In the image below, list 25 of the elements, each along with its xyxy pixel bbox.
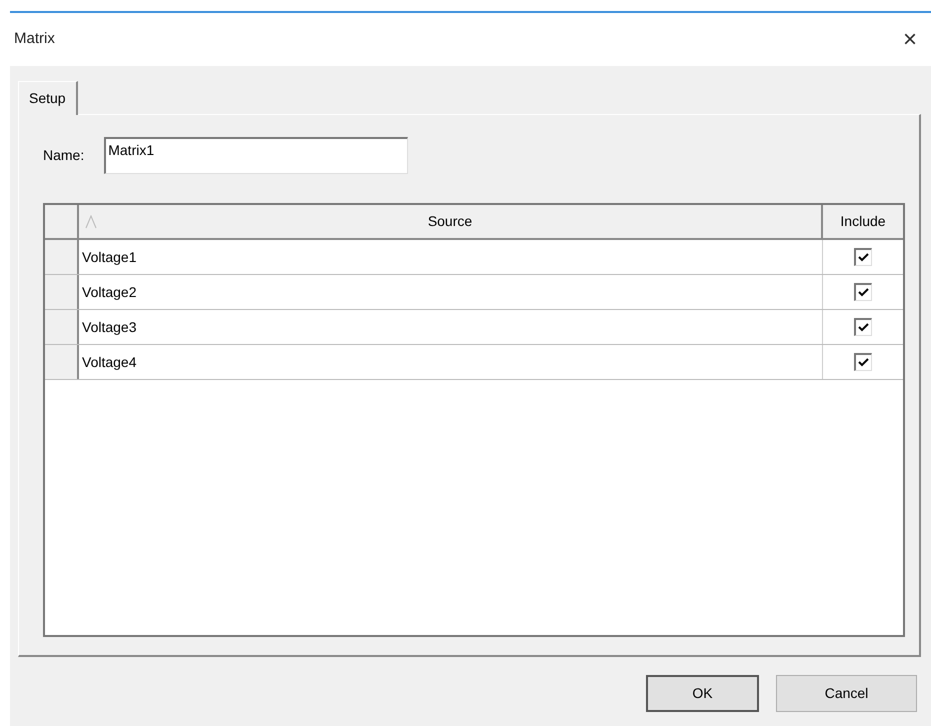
row-header[interactable] bbox=[45, 240, 79, 274]
tab[interactable]: Setup bbox=[18, 81, 78, 115]
row-header[interactable] bbox=[45, 345, 79, 379]
checkbox[interactable] bbox=[854, 318, 872, 336]
checkmark-icon bbox=[858, 253, 869, 262]
table-cell: Voltage4 bbox=[79, 345, 823, 379]
table-cell: Voltage2 bbox=[79, 275, 823, 309]
row-header[interactable] bbox=[45, 310, 79, 344]
checkmark-icon bbox=[858, 288, 869, 297]
table-cell: Voltage1 bbox=[79, 240, 823, 274]
table-cell: Voltage3 bbox=[79, 310, 823, 344]
window-title: Matrix bbox=[14, 29, 55, 50]
checkbox[interactable] bbox=[854, 353, 872, 371]
name-label: Name: bbox=[43, 146, 84, 165]
dialog-button[interactable]: OK bbox=[646, 675, 759, 712]
checkmark-icon bbox=[858, 358, 869, 367]
row-header[interactable] bbox=[45, 275, 79, 309]
column-header[interactable]: Include bbox=[823, 205, 903, 238]
name-field[interactable]: Matrix1 bbox=[104, 137, 408, 174]
checkbox[interactable] bbox=[854, 248, 872, 266]
checkmark-icon bbox=[858, 323, 869, 332]
checkbox[interactable] bbox=[854, 283, 872, 301]
dialog-button[interactable]: Cancel bbox=[776, 675, 917, 712]
close-button[interactable]: × bbox=[898, 28, 921, 52]
column-header[interactable]: Source bbox=[79, 205, 823, 238]
